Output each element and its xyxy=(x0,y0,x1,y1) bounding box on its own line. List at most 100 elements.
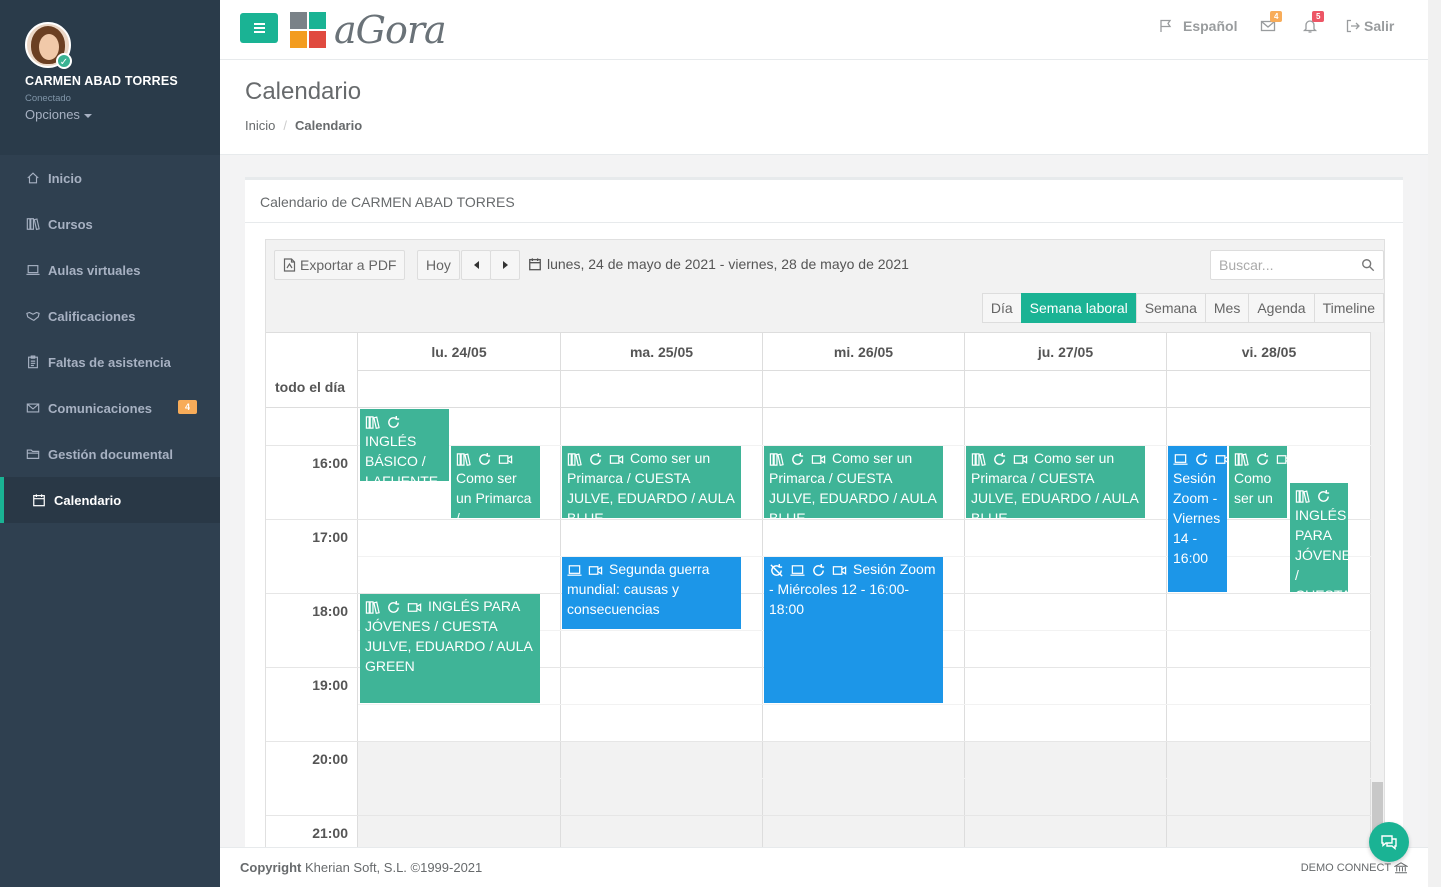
calendar-event[interactable]: INGLÉS BÁSICO / LAFUENTE xyxy=(360,409,449,481)
view-month-button[interactable]: Mes xyxy=(1204,293,1250,323)
handshake-icon xyxy=(25,309,41,323)
calendar-event[interactable]: Como ser un Primarca / CUESTA JULVE, EDU… xyxy=(562,446,741,518)
user-status: Conectado xyxy=(25,93,71,104)
calendar-event[interactable]: Como ser un Primarca / xyxy=(451,446,540,518)
view-timeline-button[interactable]: Timeline xyxy=(1313,293,1384,323)
user-options-dropdown[interactable]: Opciones xyxy=(25,107,220,122)
chat-icon xyxy=(1381,835,1397,850)
chat-button[interactable] xyxy=(1369,822,1409,862)
sidebar-item-cursos[interactable]: Cursos xyxy=(0,201,220,247)
search-input[interactable]: Buscar... xyxy=(1210,250,1384,280)
box-title: Calendario de CARMEN ABAD TORRES xyxy=(245,177,1403,223)
app-logo[interactable]: aGora xyxy=(290,11,447,49)
day-header[interactable]: ma. 25/05 xyxy=(560,333,762,371)
export-pdf-label: Exportar a PDF xyxy=(300,257,397,273)
event-icons xyxy=(567,563,603,578)
view-week-button[interactable]: Semana xyxy=(1135,293,1206,323)
view-agenda-button[interactable]: Agenda xyxy=(1248,293,1315,323)
event-icons xyxy=(567,452,624,467)
page-heading: Calendario Inicio / Calendario xyxy=(220,60,1428,155)
books-icon xyxy=(567,453,582,466)
home-icon xyxy=(25,171,41,185)
calendar-icon xyxy=(31,493,47,507)
non-work-hours xyxy=(358,741,1371,850)
sidebar-item-gestion-documental[interactable]: Gestión documental xyxy=(0,431,220,477)
messages-button[interactable]: 4 xyxy=(1260,11,1283,34)
caret-left-icon xyxy=(473,261,479,269)
repeat-icon xyxy=(1257,452,1269,465)
calendar-event[interactable]: Como ser un Primarca / CUESTA JULVE, EDU… xyxy=(764,446,943,518)
sidebar-item-aulas-virtuales[interactable]: Aulas virtuales xyxy=(0,247,220,293)
view-switcher: Día Semana laboral Semana Mes Agenda Tim… xyxy=(981,293,1384,323)
date-range-picker[interactable]: lunes, 24 de mayo de 2021 - viernes, 28 … xyxy=(528,256,909,272)
caret-right-icon xyxy=(502,261,508,269)
event-icons xyxy=(365,415,401,430)
event-icons xyxy=(456,452,513,467)
notifications-badge: 5 xyxy=(1312,11,1325,22)
menu-toggle-button[interactable] xyxy=(240,13,278,43)
time-label: 17:00 xyxy=(312,529,348,545)
calendar-event[interactable]: Como ser un Primarca / CUESTA JULVE, EDU… xyxy=(966,446,1145,518)
user-name: CARMEN ABAD TORRES xyxy=(25,74,178,88)
prev-button[interactable] xyxy=(461,250,491,280)
calendar-event[interactable]: Segunda guerra mundial: causas y consecu… xyxy=(562,557,741,629)
books-icon xyxy=(971,453,986,466)
event-icons xyxy=(1295,489,1331,504)
breadcrumb-home-link[interactable]: Inicio xyxy=(245,118,275,133)
top-navbar: aGora Español 4 5 Salir xyxy=(220,0,1428,60)
event-text: Como ser un Primarca / xyxy=(456,470,532,518)
sidebar-item-label: Faltas de asistencia xyxy=(48,354,171,370)
sidebar-item-calendario[interactable]: Calendario xyxy=(0,477,220,523)
calendar-event[interactable]: INGLÉS PARA JÓVENES / CUESTA JULVE, EDUA… xyxy=(360,594,540,703)
next-button[interactable] xyxy=(490,250,520,280)
view-day-button[interactable]: Día xyxy=(981,293,1022,323)
books-icon xyxy=(25,217,41,231)
sidebar-item-comunicaciones[interactable]: Comunicaciones 4 xyxy=(0,385,220,431)
logout-button[interactable]: Salir xyxy=(1345,18,1394,34)
envelope-icon xyxy=(25,401,41,415)
today-button[interactable]: Hoy xyxy=(417,250,460,280)
grid-scrollbar[interactable] xyxy=(1371,332,1384,850)
repeat-icon xyxy=(792,452,804,465)
video-icon xyxy=(832,565,847,575)
avatar[interactable]: ✓ xyxy=(25,22,72,69)
breadcrumb: Inicio / Calendario xyxy=(245,118,363,133)
all-day-label: todo el día xyxy=(275,379,345,395)
today-label: Hoy xyxy=(426,257,451,273)
page-title: Calendario xyxy=(245,78,362,105)
footer-copyright-label: Copyright xyxy=(240,860,302,875)
calendar-event[interactable]: INGLÉS PARA JÓVENES / CUESTA xyxy=(1290,483,1348,592)
day-header[interactable]: vi. 28/05 xyxy=(1166,333,1371,371)
all-day-row[interactable] xyxy=(266,371,1371,408)
messages-badge: 4 xyxy=(1270,11,1283,22)
sidebar-item-calificaciones[interactable]: Calificaciones xyxy=(0,293,220,339)
repeat-icon xyxy=(1196,452,1208,465)
language-selector[interactable]: Español xyxy=(1158,18,1237,34)
repeat-icon xyxy=(388,600,400,613)
day-header[interactable]: mi. 26/05 xyxy=(762,333,964,371)
language-label: Español xyxy=(1183,18,1238,34)
sidebar-item-label: Gestión documental xyxy=(48,446,173,462)
folder-icon xyxy=(25,447,41,461)
event-icons xyxy=(1234,452,1287,467)
sidebar-item-inicio[interactable]: Inicio xyxy=(0,155,220,201)
day-header[interactable]: ju. 27/05 xyxy=(964,333,1166,371)
calendar-event[interactable]: Como ser un xyxy=(1229,446,1287,518)
page-scrollbar[interactable] xyxy=(1428,0,1441,887)
calendar-event[interactable]: Sesión Zoom - Viernes 14 - 16:00 xyxy=(1168,446,1227,592)
footer-brand: DEMO CONNECT xyxy=(1301,862,1409,874)
time-label: 16:00 xyxy=(312,455,348,471)
sidebar-item-label: Cursos xyxy=(48,216,93,232)
video-icon xyxy=(407,602,422,612)
view-workweek-button[interactable]: Semana laboral xyxy=(1020,293,1137,323)
clipboard-icon xyxy=(25,355,41,369)
sidebar-item-faltas[interactable]: Faltas de asistencia xyxy=(0,339,220,385)
calendar-event[interactable]: Sesión Zoom - Miércoles 12 - 16:00-18:00 xyxy=(764,557,943,703)
time-label: 19:00 xyxy=(312,677,348,693)
event-icons xyxy=(769,563,847,578)
day-header[interactable]: lu. 24/05 xyxy=(357,333,560,371)
video-icon xyxy=(811,454,826,464)
laptop-icon xyxy=(790,565,805,576)
notifications-button[interactable]: 5 xyxy=(1302,11,1325,34)
export-pdf-button[interactable]: Exportar a PDF xyxy=(274,250,406,280)
